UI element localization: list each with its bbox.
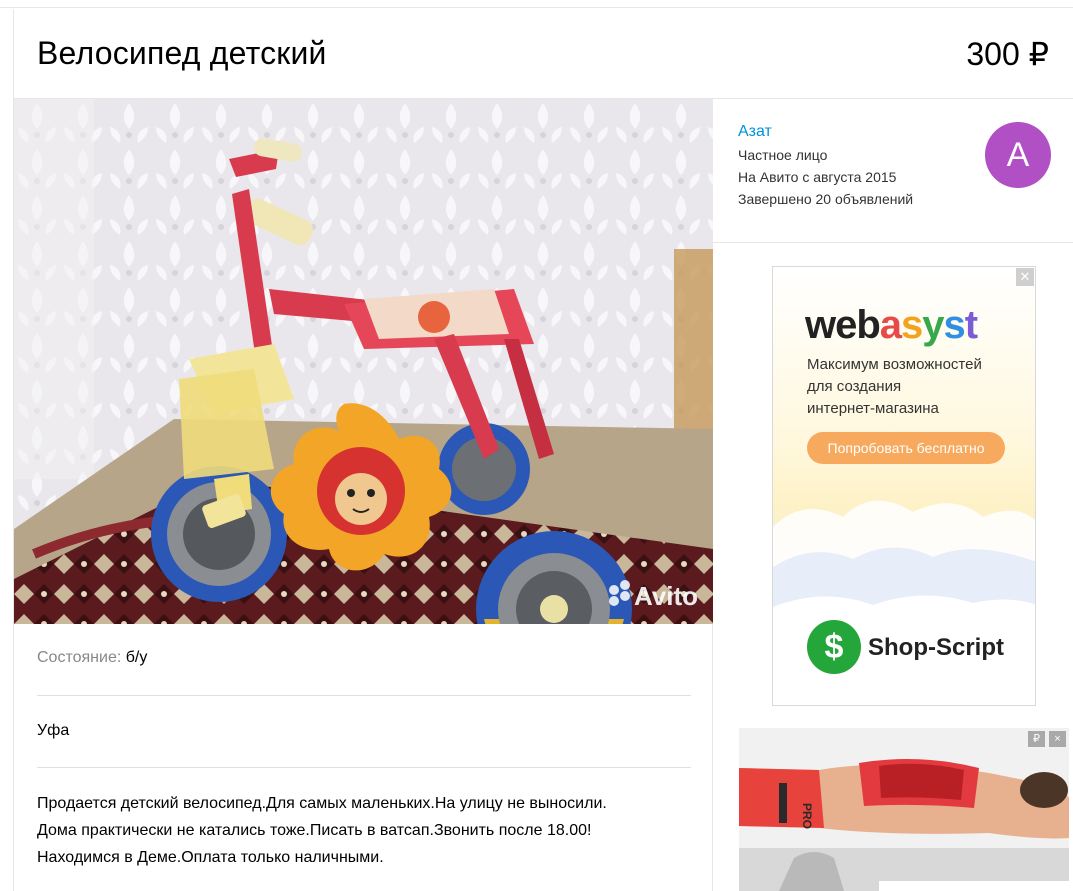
ad-tagline-line: Максимум возможностей [807, 356, 982, 373]
seller-type: Частное лицо [738, 147, 828, 163]
close-icon[interactable]: ✕ [1016, 268, 1034, 286]
shop-script-brand: Shop-Script [868, 634, 1004, 661]
listing-city: Уфа [37, 722, 70, 739]
listing-title: Велосипед детский [37, 35, 327, 71]
listing-price: 300 ₽ [966, 36, 1049, 72]
description-line: Находимся в Деме.Оплата только наличными… [37, 849, 384, 866]
ad-bottom-strip [879, 881, 1069, 891]
avito-watermark: Avito [634, 581, 698, 611]
divider [37, 695, 691, 696]
try-free-button[interactable]: Попробовать бесплатно [807, 432, 1005, 464]
ruble-badge-icon[interactable]: ₽ [1028, 731, 1045, 747]
webasyst-logo: webasyst [805, 303, 978, 347]
condition-label: Состояние: [37, 649, 122, 666]
page: Велосипед детский 300 ₽ Avito Состояние:… [0, 0, 1073, 891]
fitness-ad-banner[interactable]: PRO ₽ × [739, 728, 1069, 891]
shop-script-icon: $ [807, 620, 861, 674]
listing-description: Продается детский велосипед.Для самых ма… [37, 790, 697, 871]
condition-value: б/у [125, 649, 148, 666]
ad-tagline-line: для создания [807, 378, 902, 395]
listing-header: Велосипед детский 300 ₽ [13, 9, 1073, 99]
seller-completed: Завершено 20 объявлений [738, 191, 914, 207]
listing-photo[interactable]: Avito [14, 99, 713, 624]
condition-row: Состояние: б/у [37, 649, 147, 667]
seller-since: На Авито с августа 2015 [738, 169, 897, 185]
top-divider [0, 7, 1073, 8]
ad-tagline: Максимум возможностей для создания интер… [807, 354, 1017, 420]
bicycle-photo: Avito [14, 99, 713, 624]
description-line: Дома практически не катались тоже.Писать… [37, 822, 592, 839]
divider [37, 767, 691, 768]
seller-name-link[interactable]: Азат [738, 123, 772, 141]
fitness-ad-image: PRO [739, 728, 1069, 891]
shorts-text: PRO [800, 803, 814, 829]
close-icon[interactable]: × [1049, 731, 1066, 747]
ad-tagline-line: интернет-магазина [807, 400, 939, 417]
webasyst-ad-banner[interactable]: ✕ webasyst Максимум возможностей для соз… [772, 266, 1036, 706]
listing-main: Avito Состояние: б/у Уфа Продается детск… [13, 99, 713, 891]
seller-avatar[interactable]: A [985, 122, 1051, 188]
seller-card: Азат Частное лицо На Авито с августа 201… [713, 99, 1073, 243]
clouds-illustration [773, 500, 1035, 705]
description-line: Продается детский велосипед.Для самых ма… [37, 795, 607, 812]
